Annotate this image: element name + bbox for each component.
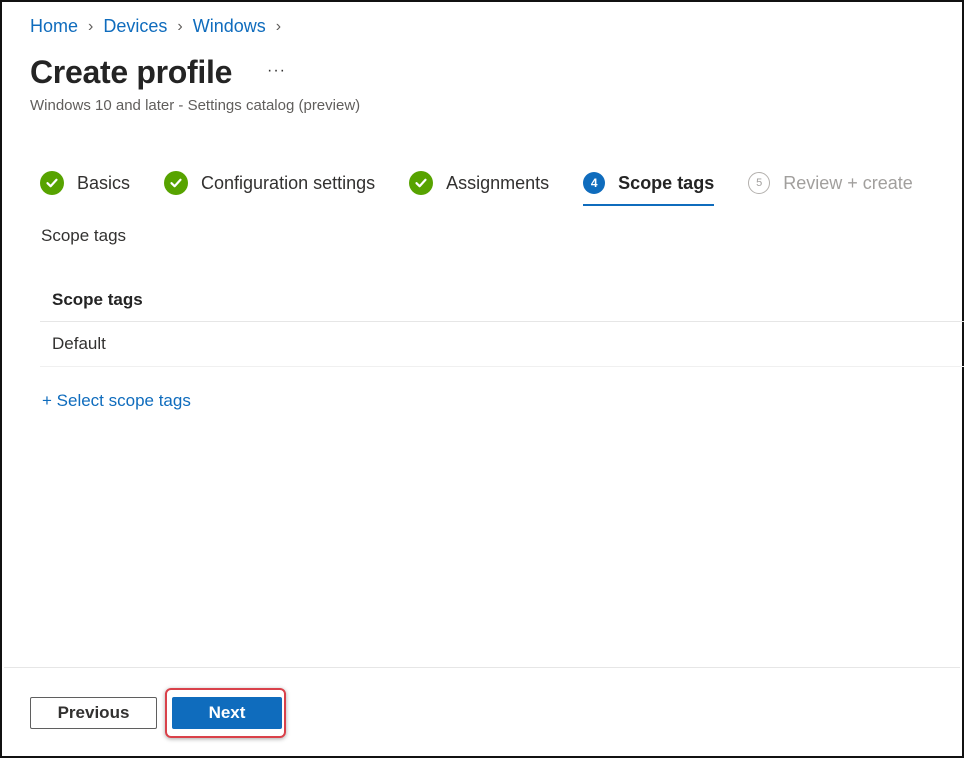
step-label: Basics <box>77 172 131 193</box>
step-assignments[interactable]: Assignments <box>409 168 549 198</box>
chevron-right-icon: › <box>275 17 282 35</box>
breadcrumb-windows[interactable]: Windows <box>193 16 266 37</box>
breadcrumb: Home › Devices › Windows › <box>30 16 291 37</box>
more-options-icon[interactable]: ··· <box>267 62 286 80</box>
check-circle-icon <box>40 171 64 195</box>
previous-button[interactable]: Previous <box>30 697 157 729</box>
step-scope-tags[interactable]: 4 Scope tags <box>583 168 715 206</box>
active-step-indicator <box>583 204 715 206</box>
next-button[interactable]: Next <box>172 697 282 729</box>
scope-tags-table: Scope tags Default <box>40 278 964 367</box>
chevron-right-icon: › <box>177 17 183 35</box>
table-row: Default <box>40 322 964 367</box>
section-label: Scope tags <box>41 226 127 245</box>
breadcrumb-home[interactable]: Home <box>30 16 78 37</box>
select-scope-tags-link[interactable]: + Select scope tags <box>42 391 191 411</box>
step-basics[interactable]: Basics <box>40 168 130 198</box>
page-subtitle: Windows 10 and later - Settings catalog … <box>30 97 361 114</box>
step-label: Review + create <box>783 172 913 193</box>
page-frame: Home › Devices › Windows › Create profil… <box>0 0 964 758</box>
step-number-badge: 5 <box>748 172 771 194</box>
page-title: Create profile <box>30 54 233 90</box>
step-review-create[interactable]: 5 Review + create <box>748 168 913 198</box>
wizard-steps: Basics Configuration settings Assignment… <box>40 168 947 206</box>
breadcrumb-devices[interactable]: Devices <box>103 16 167 37</box>
step-label: Assignments <box>446 172 550 193</box>
check-circle-icon <box>164 171 189 195</box>
chevron-right-icon: › <box>88 17 94 35</box>
step-label: Configuration settings <box>201 172 376 193</box>
step-label: Scope tags <box>618 172 715 193</box>
check-circle-icon <box>409 171 434 195</box>
step-configuration-settings[interactable]: Configuration settings <box>164 168 375 198</box>
table-header: Scope tags <box>40 278 964 322</box>
footer-divider <box>4 667 960 668</box>
step-number-badge: 4 <box>583 172 606 194</box>
